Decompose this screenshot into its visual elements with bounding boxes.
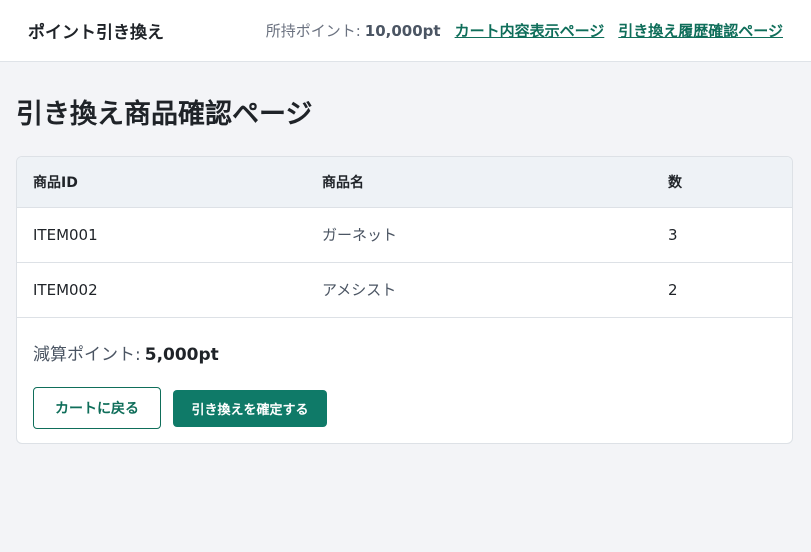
- table-header-row: 商品ID 商品名 数: [17, 157, 792, 208]
- deduct-points-value: 5,000pt: [144, 345, 219, 365]
- cell-item-name: アメシスト: [306, 262, 652, 318]
- page-title: 引き換え商品確認ページ: [16, 99, 313, 130]
- back-to-cart-button[interactable]: カートに戻る: [33, 387, 161, 429]
- confirm-exchange-button[interactable]: 引き換えを確定する: [173, 389, 327, 427]
- points-label: 所持ポイント:: [265, 22, 361, 40]
- cell-item-qty: 2: [652, 262, 792, 318]
- header-right: 所持ポイント: 10,000pt カート内容表示ページ 引き換え履歴確認ページ: [266, 20, 783, 41]
- column-header-id: 商品ID: [17, 157, 306, 208]
- table-row: ITEM001 ガーネット 3: [17, 207, 792, 263]
- main-content: 引き換え商品確認ページ 商品ID 商品名 数 ITEM001 ガーネット 3 I…: [0, 98, 811, 444]
- table-row: ITEM002 アメシスト 2: [17, 262, 792, 318]
- points-value: 10,000pt: [364, 21, 441, 40]
- deduct-points-label: 減算ポイント:: [33, 345, 141, 365]
- cell-item-name: ガーネット: [306, 207, 652, 263]
- cell-item-id: ITEM001: [17, 207, 306, 263]
- action-buttons: カートに戻る 引き換えを確定する: [17, 365, 792, 429]
- cell-item-id: ITEM002: [17, 262, 306, 318]
- items-table: 商品ID 商品名 数 ITEM001 ガーネット 3 ITEM002 アメシスト…: [17, 157, 792, 318]
- nav-link-history[interactable]: 引き換え履歴確認ページ: [618, 20, 783, 41]
- deduct-points-summary: 減算ポイント: 5,000pt: [17, 318, 792, 365]
- top-header: ポイント引き換え 所持ポイント: 10,000pt カート内容表示ページ 引き換…: [0, 0, 811, 62]
- cell-item-qty: 3: [652, 207, 792, 263]
- confirmation-card: 商品ID 商品名 数 ITEM001 ガーネット 3 ITEM002 アメシスト…: [16, 156, 793, 444]
- nav-link-cart[interactable]: カート内容表示ページ: [455, 20, 605, 41]
- column-header-qty: 数: [652, 157, 792, 208]
- app-title: ポイント引き換え: [28, 23, 164, 43]
- column-header-name: 商品名: [306, 157, 652, 208]
